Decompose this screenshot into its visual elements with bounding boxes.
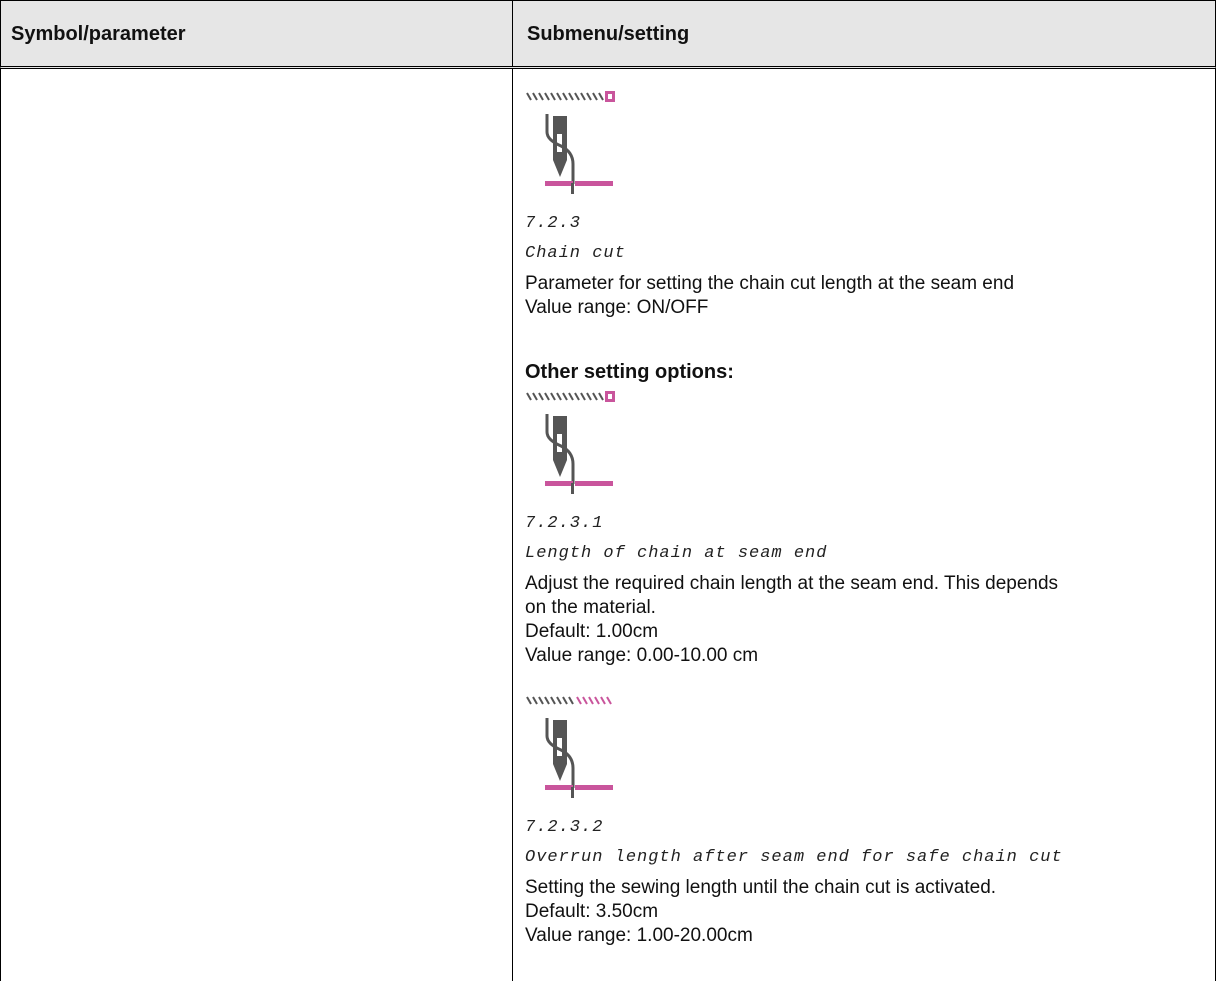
- header-submenu-setting: Submenu/setting: [527, 23, 690, 45]
- entry-number: 7.2.3.2: [525, 818, 604, 837]
- entry-description: Parameter for setting the chain cut leng…: [525, 273, 1015, 294]
- parameter-table: Symbol/parameter Submenu/setting 7.2.3 C…: [0, 0, 1216, 981]
- table-header: Symbol/parameter Submenu/setting: [0, 0, 1216, 69]
- chain-cut-icon: [525, 91, 615, 194]
- entry-description-cont: on the material.: [525, 597, 656, 618]
- other-options-heading: Other setting options:: [525, 361, 734, 383]
- entry-name: Overrun length after seam end for safe c…: [525, 848, 1063, 867]
- entry-value-range: Value range: 0.00-10.00 cm: [525, 645, 759, 666]
- entry-description: Adjust the required chain length at the …: [525, 573, 1059, 594]
- overrun-length-icon: [526, 696, 613, 798]
- table-border-left: [0, 69, 1, 981]
- entry-value-range: Value range: ON/OFF: [525, 297, 709, 318]
- entry-default: Default: 1.00cm: [525, 621, 659, 642]
- entry-number: 7.2.3: [525, 214, 582, 233]
- entry-default: Default: 3.50cm: [525, 901, 659, 922]
- header-symbol-parameter: Symbol/parameter: [1, 1, 513, 67]
- column-divider: [512, 69, 513, 981]
- entry-description: Setting the sewing length until the chai…: [525, 877, 997, 898]
- entry-value-range: Value range: 1.00-20.00cm: [525, 925, 753, 946]
- entry-number: 7.2.3.1: [525, 514, 604, 533]
- entry-name: Chain cut: [525, 244, 626, 263]
- chain-length-icon: [526, 391, 615, 494]
- entry-name: Length of chain at seam end: [525, 544, 828, 563]
